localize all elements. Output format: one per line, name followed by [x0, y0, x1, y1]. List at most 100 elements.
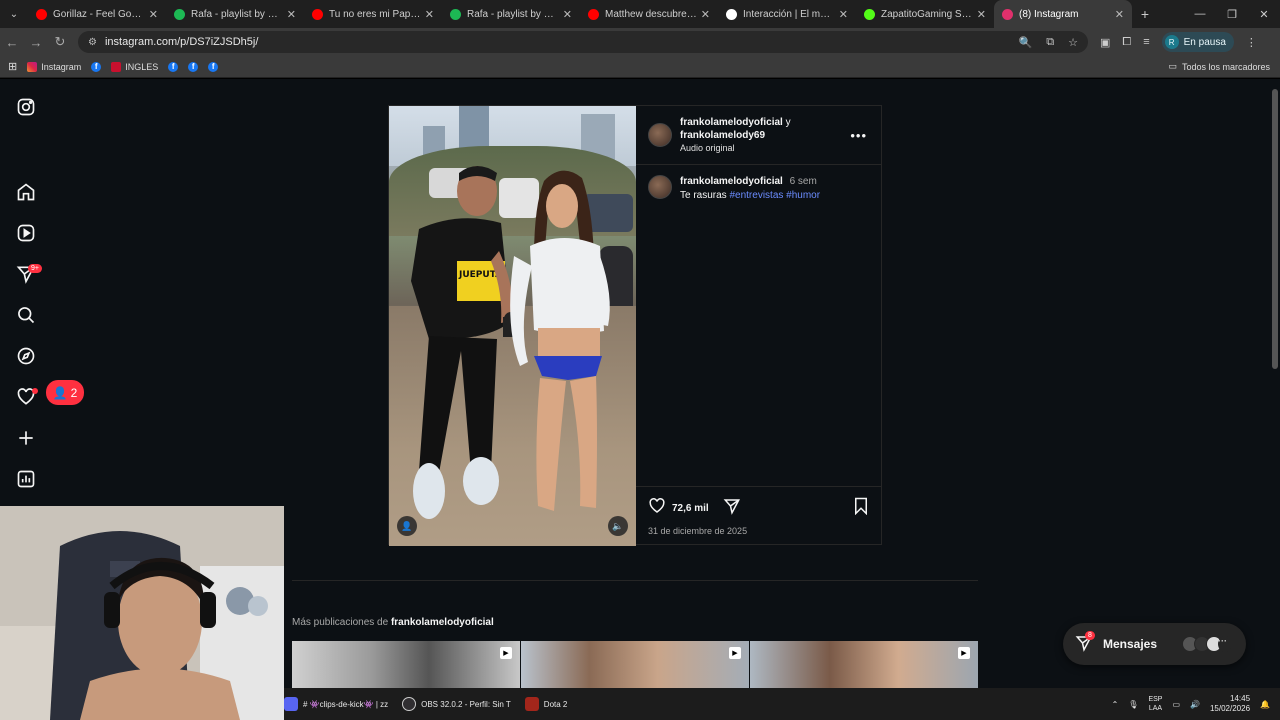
more-post-thumb[interactable]: ▶: [521, 641, 749, 688]
browser-tab[interactable]: ZapatitoGaming Stream ✕: [856, 0, 994, 28]
author-avatar[interactable]: [648, 123, 672, 147]
close-window-button[interactable]: ✕: [1248, 0, 1280, 28]
browser-tab[interactable]: Rafa - playlist by RafaelJu ✕: [166, 0, 304, 28]
puzzle-icon[interactable]: ⧠: [1122, 36, 1131, 49]
browser-tab[interactable]: Tu no eres mi Papá Cuyeyo ✕: [304, 0, 442, 28]
more-options-icon[interactable]: •••: [850, 128, 867, 143]
caption-username[interactable]: frankolamelodyoficial: [680, 176, 783, 187]
media-control-icon[interactable]: ≡: [1143, 36, 1149, 48]
ingles-icon: [111, 61, 122, 72]
caption-text-block: frankolamelodyoficial 6 sem Te rasuras #…: [680, 175, 820, 203]
browser-tab[interactable]: Matthew descubre quién ✕: [580, 0, 718, 28]
profile-button[interactable]: R En pausa: [1161, 32, 1234, 52]
more-post-thumb[interactable]: ▶: [292, 641, 520, 688]
home-icon[interactable]: [16, 182, 38, 204]
caption-avatar[interactable]: [648, 175, 672, 199]
forward-button[interactable]: →: [24, 35, 48, 50]
browser-tab-strip: ⌄ Gorillaz - Feel Good Inc.✕Rafa - playl…: [0, 0, 1280, 28]
bookmark-ingles[interactable]: INGLES: [111, 61, 158, 72]
reload-button[interactable]: ↻: [48, 34, 72, 50]
volume-icon[interactable]: 🔊: [1190, 700, 1200, 709]
messages-badge: 9+: [28, 264, 42, 273]
video-man-figure: JUEPUTA: [411, 166, 518, 519]
browser-tab[interactable]: Gorillaz - Feel Good Inc. ✕: [28, 0, 166, 28]
tab-close-icon[interactable]: ✕: [977, 8, 986, 21]
tab-close-icon[interactable]: ✕: [701, 8, 710, 21]
messages-pill[interactable]: Mensajes ···: [1063, 623, 1246, 665]
more-posts-user-link[interactable]: frankolamelodyoficial: [391, 617, 494, 628]
tab-search-button[interactable]: ⌄: [0, 0, 28, 28]
notifications-bell-icon[interactable]: 🔔: [1260, 700, 1270, 709]
insights-chart-icon[interactable]: [16, 469, 38, 491]
search-icon[interactable]: [16, 305, 38, 327]
post-video[interactable]: JUEPUTA 👤 🔈: [389, 106, 636, 546]
maximize-button[interactable]: ❐: [1216, 0, 1248, 28]
more-post-thumb[interactable]: ▶: [750, 641, 978, 688]
omnibox[interactable]: ⚙ instagram.com/p/DS7iZJSDh5j/ 🔍 ⧉ ☆: [78, 31, 1088, 53]
tagged-user-icon[interactable]: 👤: [397, 516, 417, 536]
tabs-container: Gorillaz - Feel Good Inc.✕Rafa - playlis…: [28, 0, 1132, 28]
audio-link[interactable]: Audio original: [680, 142, 791, 155]
new-tab-button[interactable]: +: [1132, 6, 1158, 22]
hashtag-entrevistas[interactable]: #entrevistas: [729, 190, 783, 201]
language-indicator[interactable]: ESP LAA: [1148, 695, 1162, 713]
tab-favicon-icon: [726, 8, 737, 20]
all-bookmarks[interactable]: ▭ Todos los marcadores: [1168, 61, 1270, 72]
taskbar-dota[interactable]: Dota 2: [524, 697, 567, 711]
bookmark-facebook-4[interactable]: f: [208, 61, 219, 72]
window-controls: — ❐ ✕: [1184, 0, 1280, 28]
tray-chevron-icon[interactable]: ⌃: [1112, 700, 1119, 709]
tab-close-icon[interactable]: ✕: [149, 8, 158, 21]
bookmark-star-icon[interactable]: ☆: [1068, 36, 1078, 49]
save-bookmark-icon[interactable]: [853, 497, 869, 520]
back-button[interactable]: ←: [0, 35, 24, 50]
taskbar-obs[interactable]: OBS 32.0.2 - Perfil: Sin T: [402, 697, 511, 711]
like-count[interactable]: 72,6 mil: [672, 503, 709, 514]
share-icon[interactable]: [723, 497, 741, 520]
like-heart-icon[interactable]: [648, 497, 666, 520]
scrollbar-thumb[interactable]: [1272, 89, 1278, 369]
more-contacts-icon: ···: [1218, 636, 1232, 652]
author-link-2[interactable]: frankolamelody69: [680, 130, 765, 141]
more-posts-grid: ▶ ▶ ▶: [292, 641, 978, 688]
microphone-icon[interactable]: 🎙: [1128, 700, 1138, 709]
cast-icon[interactable]: ⧉: [1046, 36, 1054, 49]
extension-icon[interactable]: ▣: [1100, 36, 1110, 49]
messages-badge-count: 8: [1085, 631, 1095, 640]
tab-close-icon[interactable]: ✕: [425, 8, 434, 21]
browser-tab[interactable]: (8) Instagram ✕: [994, 0, 1132, 28]
bookmark-facebook-2[interactable]: f: [168, 61, 179, 72]
apps-grid-icon[interactable]: ⊞: [8, 60, 17, 73]
instagram-icon: [27, 61, 38, 72]
clock[interactable]: 14:45 15/02/2026: [1210, 694, 1250, 714]
network-icon[interactable]: ▭: [1172, 700, 1180, 709]
bookmark-facebook-3[interactable]: f: [188, 61, 199, 72]
menu-kebab-icon[interactable]: ⋮: [1246, 36, 1257, 49]
facebook-icon: f: [91, 61, 102, 72]
explore-icon[interactable]: [16, 346, 38, 368]
tab-close-icon[interactable]: ✕: [1115, 8, 1124, 21]
tab-close-icon[interactable]: ✕: [287, 8, 296, 21]
follow-requests-pill[interactable]: 👤 2: [46, 380, 84, 405]
hashtag-humor[interactable]: #humor: [786, 190, 820, 201]
mute-toggle-icon[interactable]: 🔈: [608, 516, 628, 536]
browser-tab[interactable]: Interacción | El mejor soft ✕: [718, 0, 856, 28]
instagram-logo-icon[interactable]: [16, 97, 38, 119]
tab-favicon-icon: [174, 8, 185, 20]
site-info-icon[interactable]: ⚙: [88, 37, 97, 48]
author-link-1[interactable]: frankolamelodyoficial: [680, 117, 783, 128]
create-plus-icon[interactable]: [16, 428, 38, 450]
zoom-icon[interactable]: 🔍: [1019, 36, 1033, 49]
taskbar-discord[interactable]: # 👾clips-de-kick👾 | zz: [284, 697, 388, 711]
bookmark-instagram[interactable]: Instagram: [27, 61, 81, 72]
minimize-button[interactable]: —: [1184, 0, 1216, 28]
facebook-icon: f: [208, 61, 219, 72]
post-card: JUEPUTA 👤 🔈 frankolamelodyoficial y fran…: [388, 105, 882, 546]
tab-close-icon[interactable]: ✕: [839, 8, 848, 21]
page-scrollbar[interactable]: [1270, 79, 1280, 688]
url-text: instagram.com/p/DS7iZJSDh5j/: [104, 36, 259, 48]
reels-icon[interactable]: [16, 223, 38, 245]
bookmark-facebook-1[interactable]: f: [91, 61, 102, 72]
tab-close-icon[interactable]: ✕: [563, 8, 572, 21]
browser-tab[interactable]: Rafa - playlist by RafaelJu ✕: [442, 0, 580, 28]
